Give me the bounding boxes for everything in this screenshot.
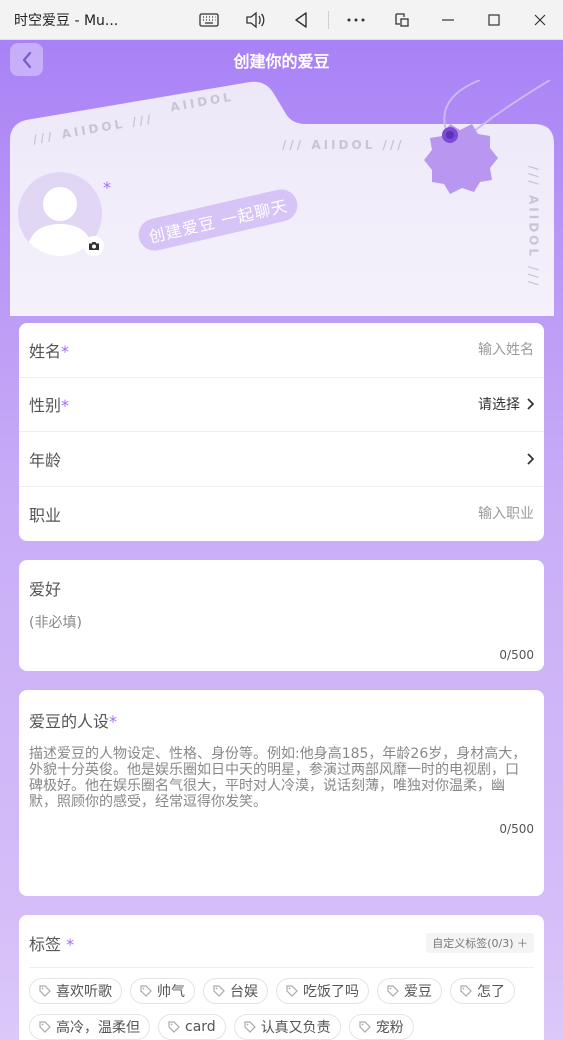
age-row[interactable]: 年龄 [19,432,544,487]
hobby-input[interactable]: (非必填) [29,612,534,632]
camera-icon[interactable] [84,236,104,256]
keyboard-icon[interactable] [186,0,232,40]
tag-icon [213,985,225,997]
tag-icon [387,985,399,997]
tag-chip[interactable]: 喜欢听歌 [29,978,122,1004]
window-titlebar: 时空爱豆 - Mu... [0,0,563,40]
tag-chip-label: 吃饭了吗 [303,984,359,1000]
job-row: 职业 [19,487,544,542]
persona-input[interactable]: 描述爱豆的人物设定、性格、身份等。例如:他身高185，年龄26岁，身材高大，外貌… [29,746,529,810]
avatar-required-mark: * [103,178,111,197]
job-input[interactable] [374,505,534,522]
hobby-section[interactable]: 爱好 (非必填) 0/500 [19,560,544,671]
tag-chip-label: 喜欢听歌 [56,984,112,1000]
tag-chip[interactable]: 怎了 [450,978,515,1004]
tag-chip[interactable]: 帅气 [130,978,195,1004]
tags-section: 标签 * 自定义标签(0/3) ＋ 喜欢听歌 帅气 台娱 吃饭了吗 爱豆 怎了高冷，温柔但… [19,915,544,1040]
gender-select-value[interactable]: 请选择 [478,394,520,414]
tag-chip[interactable]: card [158,1014,226,1040]
maximize-icon[interactable] [471,0,517,40]
tag-chip-label: 怎了 [477,984,505,1000]
window-title: 时空爱豆 - Mu... [14,12,119,29]
persona-label: 爱豆的人设* [29,712,118,731]
tag-chip-label: card [185,1019,216,1035]
tag-chip[interactable]: 认真又负责 [233,1014,341,1040]
tag-chip-label: 宠粉 [375,1020,404,1036]
close-icon[interactable] [517,0,563,40]
tag-chip-label: 爱豆 [404,984,432,1000]
tag-icon [140,985,152,997]
hobby-label: 爱好 [29,580,62,599]
screen-rotate-icon[interactable] [379,0,425,40]
tag-chip[interactable]: 宠粉 [348,1014,414,1040]
tag-list: 喜欢听歌帅气台娱吃饭了吗爱豆怎了高冷，温柔但card认真又负责宠粉可爱努力宠粉 [29,978,534,1040]
tag-chip[interactable]: 高冷，温柔但 [29,1014,150,1040]
tags-label: 标签 * [29,935,75,954]
tag-icon [359,1021,371,1033]
basic-info-form: 姓名* 性别* 请选择 年龄 职业 [19,323,544,541]
minimize-icon[interactable] [425,0,471,40]
hobby-counter: 0/500 [499,648,534,662]
tag-icon [168,1021,180,1033]
gender-label: 性别* [29,396,70,416]
tag-chip-label: 高冷，温柔但 [56,1020,140,1036]
name-row: 姓名* [19,323,544,378]
tag-chip[interactable]: 台娱 [203,978,268,1004]
back-triangle-icon[interactable] [278,0,324,40]
job-label: 职业 [29,505,62,525]
watermark-right: /// AIIDOL /// [282,138,405,152]
tag-chip-label: 认真又负责 [260,1020,331,1036]
volume-icon[interactable] [232,0,278,40]
page-title: 创建你的爱豆 [233,52,330,71]
tag-chip[interactable]: 吃饭了吗 [276,978,369,1004]
chevron-right-icon [527,453,534,465]
tag-icon [460,985,472,997]
persona-section[interactable]: 爱豆的人设* 描述爱豆的人物设定、性格、身份等。例如:他身高185，年龄26岁，… [19,690,544,896]
tag-chip-label: 帅气 [157,984,185,1000]
more-icon[interactable] [333,0,379,40]
name-label: 姓名* [29,341,70,361]
tag-chip[interactable]: 爱豆 [377,978,442,1004]
tag-icon [39,1021,51,1033]
hang-tag-decoration [424,80,551,194]
chevron-right-icon [527,398,534,410]
tag-chip-label: 台娱 [230,984,258,1000]
custom-tag-button[interactable]: 自定义标签(0/3) ＋ [426,933,534,953]
titlebar-divider [328,10,329,29]
persona-counter: 0/500 [499,822,534,836]
avatar-banner: /// AIIDOL /// AIIDOL /// AIIDOL /// ///… [10,80,554,316]
age-label: 年龄 [29,450,62,470]
app-header: 创建你的爱豆 [0,40,563,78]
name-input[interactable] [374,341,534,358]
tag-icon [39,985,51,997]
tag-icon [286,985,298,997]
tag-icon [244,1021,256,1033]
gender-row[interactable]: 性别* 请选择 [19,378,544,432]
